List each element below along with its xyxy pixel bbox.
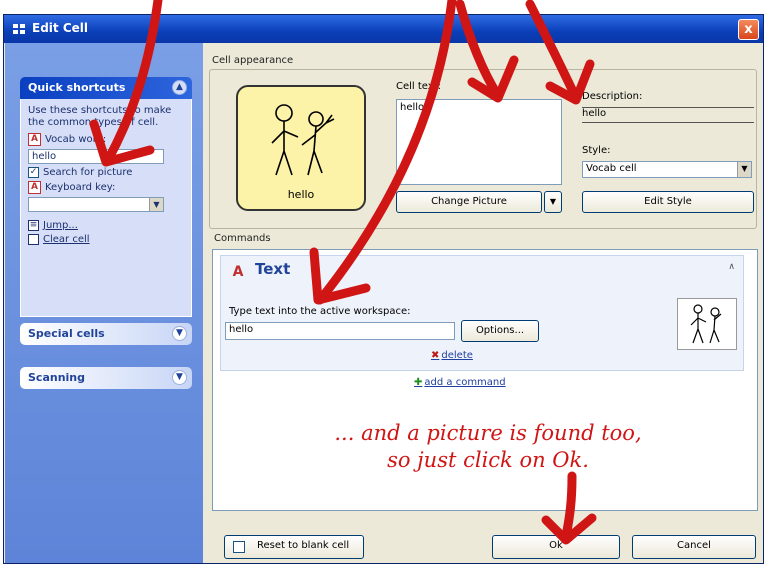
jump-icon: ≡ [28,220,39,231]
style-label: Style: [582,145,611,156]
style-select[interactable]: Vocab cell ▼ [582,161,752,178]
commands-label: Commands [214,233,271,244]
ok-button[interactable]: Ok [492,535,620,559]
delete-link[interactable]: ✖ delete [431,350,473,361]
add-command-label: add a command [424,377,506,388]
hello-picture-icon [271,104,335,176]
text-command-icon: A [28,133,41,146]
search-picture-row[interactable]: ✓ Search for picture [28,167,184,178]
edit-style-button[interactable]: Edit Style [582,191,754,213]
dropdown-arrow-icon[interactable]: ▼ [737,162,751,177]
search-picture-label: Search for picture [43,167,133,178]
command-thumbnail [677,298,737,350]
preview-caption: hello [287,188,315,201]
cancel-button-label: Cancel [677,540,711,551]
keyboard-key-select[interactable]: ▼ [28,197,164,212]
quick-shortcuts-title: Quick shortcuts [28,81,126,94]
change-picture-label: Change Picture [431,196,507,207]
annotation-caption: ... and a picture is found too, so just … [248,420,728,474]
vocab-word-row[interactable]: A Vocab word: [28,133,184,146]
dropdown-arrow-icon: ▼ [549,197,557,206]
scanning-group: Scanning ▼ [20,367,192,389]
keyboard-key-icon: A [28,181,41,194]
command-collapse-icon[interactable]: ∧ [728,262,735,272]
clear-cell-row[interactable]: Clear cell [28,234,184,245]
annotation-line-1: ... and a picture is found too, [334,421,642,445]
quick-shortcuts-header[interactable]: Quick shortcuts ▲ [20,77,192,99]
text-command-input[interactable]: hello [225,322,455,340]
vocab-word-input[interactable]: hello [28,149,164,164]
text-command-title: Text [255,260,291,278]
window-title: Edit Cell [32,21,88,35]
dropdown-arrow-icon[interactable]: ▼ [149,198,163,211]
keyboard-key-label: Keyboard key: [45,182,116,193]
cell-text-label: Cell text: [396,81,441,92]
cell-text-input[interactable]: hello [396,99,562,185]
options-button[interactable]: Options... [461,320,539,342]
close-button[interactable]: x [738,19,759,40]
description-label: Description: [582,91,643,102]
collapse-chevron-icon[interactable]: ▲ [172,80,187,95]
annotation-line-2: so just click on Ok. [387,448,589,472]
add-command-link[interactable]: ✚ add a command [414,377,506,388]
cancel-button[interactable]: Cancel [632,535,756,559]
text-command-icon: A [232,264,244,280]
special-cells-group: Special cells ▼ [20,323,192,345]
grid-icon [13,24,25,34]
special-cells-header[interactable]: Special cells ▼ [20,323,192,345]
text-command-instruction: Type text into the active workspace: [229,306,411,317]
delete-icon: ✖ [431,350,440,361]
ok-button-label: Ok [549,540,563,551]
cell-appearance-label: Cell appearance [212,55,294,66]
clear-cell-icon [28,234,39,245]
expand-chevron-icon[interactable]: ▼ [172,326,187,341]
search-picture-checkbox[interactable]: ✓ [28,167,39,178]
edit-cell-dialog: Edit Cell x Quick shortcuts ▲ Use these … [3,14,764,564]
quick-shortcuts-intro: Use these shortcuts to make the common t… [28,105,172,128]
task-pane: Quick shortcuts ▲ Use these shortcuts to… [5,43,203,563]
reset-icon [233,541,245,553]
special-cells-title: Special cells [28,327,105,340]
reset-button-label: Reset to blank cell [257,540,350,551]
text-command-card: A Text ∧ Type text into the active works… [220,255,744,371]
hello-picture-icon [690,304,722,344]
cell-preview: hello [236,85,366,211]
reset-to-blank-button[interactable]: Reset to blank cell [224,535,364,559]
change-picture-button[interactable]: Change Picture [396,191,542,213]
clear-cell-link[interactable]: Clear cell [43,234,90,245]
description-input[interactable]: hello [582,107,754,123]
change-picture-dropdown[interactable]: ▼ [544,191,562,213]
edit-style-label: Edit Style [644,196,692,207]
vocab-word-label: Vocab word: [45,134,107,145]
style-select-value: Vocab cell [586,163,637,174]
jump-link[interactable]: Jump... [43,220,78,231]
keyboard-key-row[interactable]: A Keyboard key: [28,181,184,194]
quick-shortcuts-group: Quick shortcuts ▲ Use these shortcuts to… [20,77,192,317]
quick-shortcuts-body: Use these shortcuts to make the common t… [20,99,192,317]
delete-link-label: delete [441,350,473,361]
options-button-label: Options... [475,325,525,336]
expand-chevron-icon[interactable]: ▼ [172,370,187,385]
title-bar[interactable]: Edit Cell x [4,15,763,43]
jump-row[interactable]: ≡ Jump... [28,220,184,231]
scanning-header[interactable]: Scanning ▼ [20,367,192,389]
add-icon: ✚ [414,377,423,388]
scanning-title: Scanning [28,371,86,384]
